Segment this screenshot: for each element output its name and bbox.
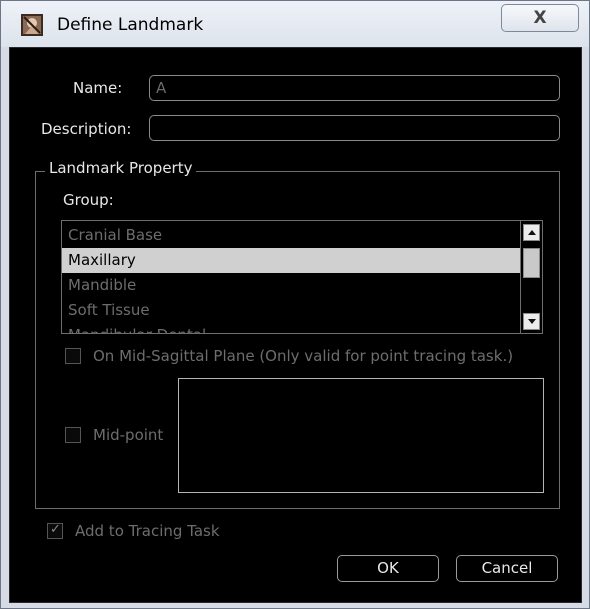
landmark-property-title: Landmark Property bbox=[45, 158, 197, 178]
list-item[interactable]: Mandible bbox=[62, 273, 520, 298]
list-item-selected[interactable]: Maxillary bbox=[62, 248, 520, 273]
arrow-up-icon bbox=[528, 230, 536, 235]
define-landmark-dialog: Define Landmark X Name: A Description: L… bbox=[0, 0, 590, 609]
list-item[interactable]: Mandibular Dental bbox=[62, 323, 520, 333]
ok-button[interactable]: OK bbox=[337, 555, 439, 582]
name-label: Name: bbox=[73, 79, 123, 97]
group-list-scrollbar[interactable] bbox=[520, 221, 542, 333]
scroll-thumb[interactable] bbox=[523, 248, 540, 278]
mid-sagittal-label: On Mid-Sagittal Plane (Only valid for po… bbox=[93, 347, 514, 365]
add-to-tracing-checkbox[interactable]: ✓ bbox=[47, 522, 63, 539]
description-input[interactable] bbox=[149, 115, 560, 141]
close-icon: X bbox=[533, 8, 547, 28]
midpoint-label: Mid-point bbox=[93, 426, 164, 444]
title-bar[interactable]: Define Landmark X bbox=[1, 1, 589, 47]
add-to-tracing-label: Add to Tracing Task bbox=[75, 522, 220, 540]
midpoint-landmark-list[interactable] bbox=[178, 378, 544, 493]
close-button[interactable]: X bbox=[501, 4, 579, 32]
mid-sagittal-checkbox[interactable] bbox=[65, 348, 81, 364]
name-input[interactable]: A bbox=[149, 75, 560, 101]
group-label: Group: bbox=[63, 191, 114, 209]
arrow-down-icon bbox=[528, 319, 536, 324]
scroll-up-button[interactable] bbox=[523, 224, 540, 241]
midpoint-checkbox[interactable] bbox=[65, 427, 81, 443]
checkmark-icon: ✓ bbox=[50, 522, 61, 537]
window-title: Define Landmark bbox=[57, 15, 204, 35]
cancel-button[interactable]: Cancel bbox=[456, 555, 558, 582]
description-label: Description: bbox=[41, 120, 132, 138]
app-icon bbox=[21, 14, 43, 36]
list-item[interactable]: Soft Tissue bbox=[62, 298, 520, 323]
scroll-down-button[interactable] bbox=[523, 313, 540, 330]
list-item[interactable]: Cranial Base bbox=[62, 223, 520, 248]
group-listbox[interactable]: Cranial Base Maxillary Mandible Soft Tis… bbox=[61, 220, 543, 334]
